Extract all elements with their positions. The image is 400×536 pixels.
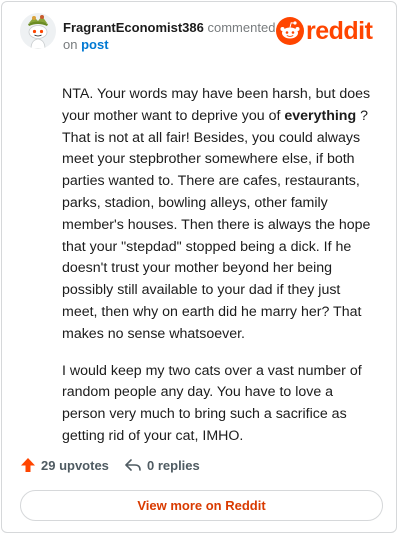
reply-count: 0 replies — [147, 457, 200, 473]
reply-arrow-icon — [125, 459, 141, 471]
comment-header: FragrantEconomist386 commented on post r… — [20, 13, 386, 55]
emphasis-text: everything — [284, 107, 357, 124]
comment-body: NTA. Your words may have been harsh, but… — [62, 84, 374, 463]
paragraph-text: ? That is not at all fair! Besides, you … — [62, 107, 371, 342]
username-link[interactable]: FragrantEconomist386 — [63, 20, 204, 35]
reply-button[interactable]: 0 replies — [124, 454, 200, 476]
comment-actions: 29 upvotes 0 replies — [20, 454, 386, 476]
comment-meta: FragrantEconomist386 commented on post — [63, 19, 283, 53]
on-label: on — [63, 37, 78, 52]
comment-card: FragrantEconomist386 commented on post r… — [1, 1, 397, 533]
comment-paragraph-2: I would keep my two cats over a vast num… — [62, 362, 362, 444]
view-more-button[interactable]: View more on Reddit — [20, 490, 383, 521]
commented-label: commented — [207, 20, 276, 35]
post-link[interactable]: post — [81, 37, 108, 52]
snoo-avatar-icon — [20, 13, 56, 49]
upvote-arrow-icon — [21, 458, 35, 472]
reddit-logo[interactable]: reddit — [276, 16, 386, 46]
comment-paragraph-1: NTA. Your words may have been harsh, but… — [62, 84, 374, 346]
reddit-wordmark: reddit — [306, 17, 373, 45]
reddit-snoo-icon — [276, 17, 304, 45]
avatar[interactable] — [20, 13, 56, 49]
upvote-button[interactable]: 29 upvotes — [20, 454, 109, 476]
upvote-count: 29 upvotes — [41, 457, 109, 473]
